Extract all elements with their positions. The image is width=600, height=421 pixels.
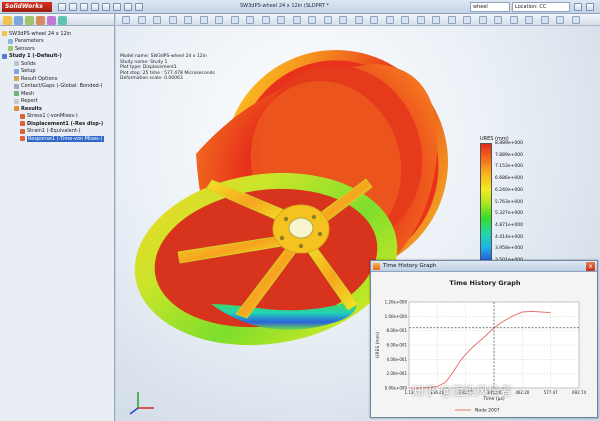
parameters-icon [8,38,13,44]
tree-item-label: Solids [21,60,36,67]
tree-item[interactable]: Strain1 (-Equivalent-) [2,128,114,136]
tree-item-label: Study 1 (-Default-) [9,53,62,60]
tree-item[interactable]: Results [2,105,114,113]
time-history-window-title: Time History Graph [383,263,437,269]
legend-label: 5.763e+000 [495,199,524,205]
tree-item[interactable]: Solids [2,60,114,68]
select-icon[interactable] [113,3,121,11]
tree-item[interactable]: Stress1 (-vonMises-) [2,113,114,121]
app-logo: SolidWorks [2,2,52,12]
save-icon[interactable] [80,3,88,11]
results-icon [14,106,19,112]
tab-feature-manager[interactable] [3,16,12,25]
tree-item[interactable]: Report [2,98,114,106]
tree-item[interactable]: Parameters [2,38,114,46]
tree-item-label: Displacement1 (-Res disp-) [27,120,104,127]
plot-icon [20,113,25,119]
y-axis-label: URES (mm) [375,332,381,358]
location-combo[interactable]: Location: CC [512,2,570,12]
y-tick-label: 1.20e+000 [385,300,408,305]
tree-item[interactable]: Setup [2,68,114,76]
panel-tabs [0,14,114,26]
help-icon[interactable] [574,3,582,11]
solids-icon [14,61,19,67]
open-file-icon[interactable] [69,3,77,11]
tree-item-label: Stress1 (-vonMises-) [27,113,78,120]
tree-item-label: Setup [21,68,36,75]
result-options-icon [14,76,19,82]
new-file-icon[interactable] [58,3,66,11]
plot-icon [20,121,25,127]
rebuild-icon[interactable] [124,3,132,11]
study-icon [2,53,7,59]
tab-display-manager[interactable] [47,16,56,25]
chart-window-icon [373,263,380,270]
time-history-titlebar[interactable]: Time History Graph x [371,261,597,272]
tree-item[interactable]: Study 1 (-Default-) [2,53,114,61]
part-icon [2,31,7,37]
tree-item-label: Results [21,105,42,112]
tree-item-label: Report [21,98,38,105]
legend-label: 6.240e+000 [495,187,524,193]
tree-item-label: SW3dPS-wheel 24 x 12in [9,30,72,37]
legend-label: 4.871e+000 [495,222,524,228]
report-icon [14,98,19,104]
legend-label: 4.414e+000 [495,234,524,240]
x-tick-label: 692.74 [572,390,586,395]
undo-icon[interactable] [102,3,110,11]
document-title: SW3dPS-wheel 24 x 12in (SLDPRT * [240,3,329,9]
tree-item[interactable]: SW3dPS-wheel 24 x 12in [2,30,114,38]
y-tick-label: 4.00e-001 [387,357,408,362]
legend-label: 7.889e+000 [495,152,524,158]
tree-item[interactable]: Result Options [2,75,114,83]
tab-simulation[interactable] [58,16,67,25]
plot-icon [20,128,25,134]
plot-icon [20,136,25,142]
tree-item-label: Response1 (-Time-von Mises-) [27,135,104,142]
contact-icon [14,83,19,89]
orientation-triad [129,392,154,415]
tree-item-label: Sensors [15,45,35,52]
tree-item[interactable]: Mesh [2,90,114,98]
title-bar: SolidWorks SW3dPS-wheel 24 x 12in (SLDPR… [0,0,600,14]
close-icon[interactable]: x [586,262,595,271]
tab-property-manager[interactable] [14,16,23,25]
legend-label: 5.327e+000 [495,211,524,217]
tree-item-label: Contact/Gaps (-Global: Bonded-) [21,83,103,90]
setup-icon [14,68,19,74]
tree-item-label: Parameters [15,38,44,45]
sensors-icon [8,46,13,52]
x-tick-label: 462.20 [515,390,529,395]
search-combo[interactable]: wheel [470,2,510,12]
y-tick-label: 1.00e+000 [385,314,408,319]
tree-item-label: Mesh [21,90,35,97]
tree-item[interactable]: Contact/Gaps (-Global: Bonded-) [2,83,114,91]
legend-label: 3.958e+000 [495,246,524,252]
tab-dimxpert[interactable] [36,16,45,25]
tree-item[interactable]: Response1 (-Time-von Mises-) [2,135,114,143]
tree-item[interactable]: Displacement1 (-Res disp-) [2,120,114,128]
print-icon[interactable] [91,3,99,11]
legend-color-bar [480,143,492,265]
mesh-icon [14,91,19,97]
y-tick-label: 6.00e-001 [387,343,408,348]
legend-label: 6.686e+000 [495,176,524,182]
legend-entry: Node 2007 [475,408,500,414]
tree-item-label: Result Options [21,75,58,82]
watermark: 知乎 @渲染风信者 [412,384,512,398]
tab-configuration-manager[interactable] [25,16,34,25]
options-icon[interactable] [135,3,143,11]
tree-item-label: Strain1 (-Equivalent-) [27,128,81,135]
legend-label: 7.153e+000 [495,164,524,170]
y-tick-label: 8.00e-001 [387,328,408,333]
legend-label: 8.889e+000 [495,141,524,146]
y-tick-label: 2.00e-001 [387,371,408,376]
feature-tree: SW3dPS-wheel 24 x 12in Parameters Sensors S… [2,30,114,143]
x-tick-label: 577.47 [544,390,558,395]
feature-manager-panel: SW3dPS-wheel 24 x 12in Parameters Sensors S… [0,14,115,421]
close-icon[interactable] [586,3,594,11]
tree-item[interactable]: Sensors [2,45,114,53]
